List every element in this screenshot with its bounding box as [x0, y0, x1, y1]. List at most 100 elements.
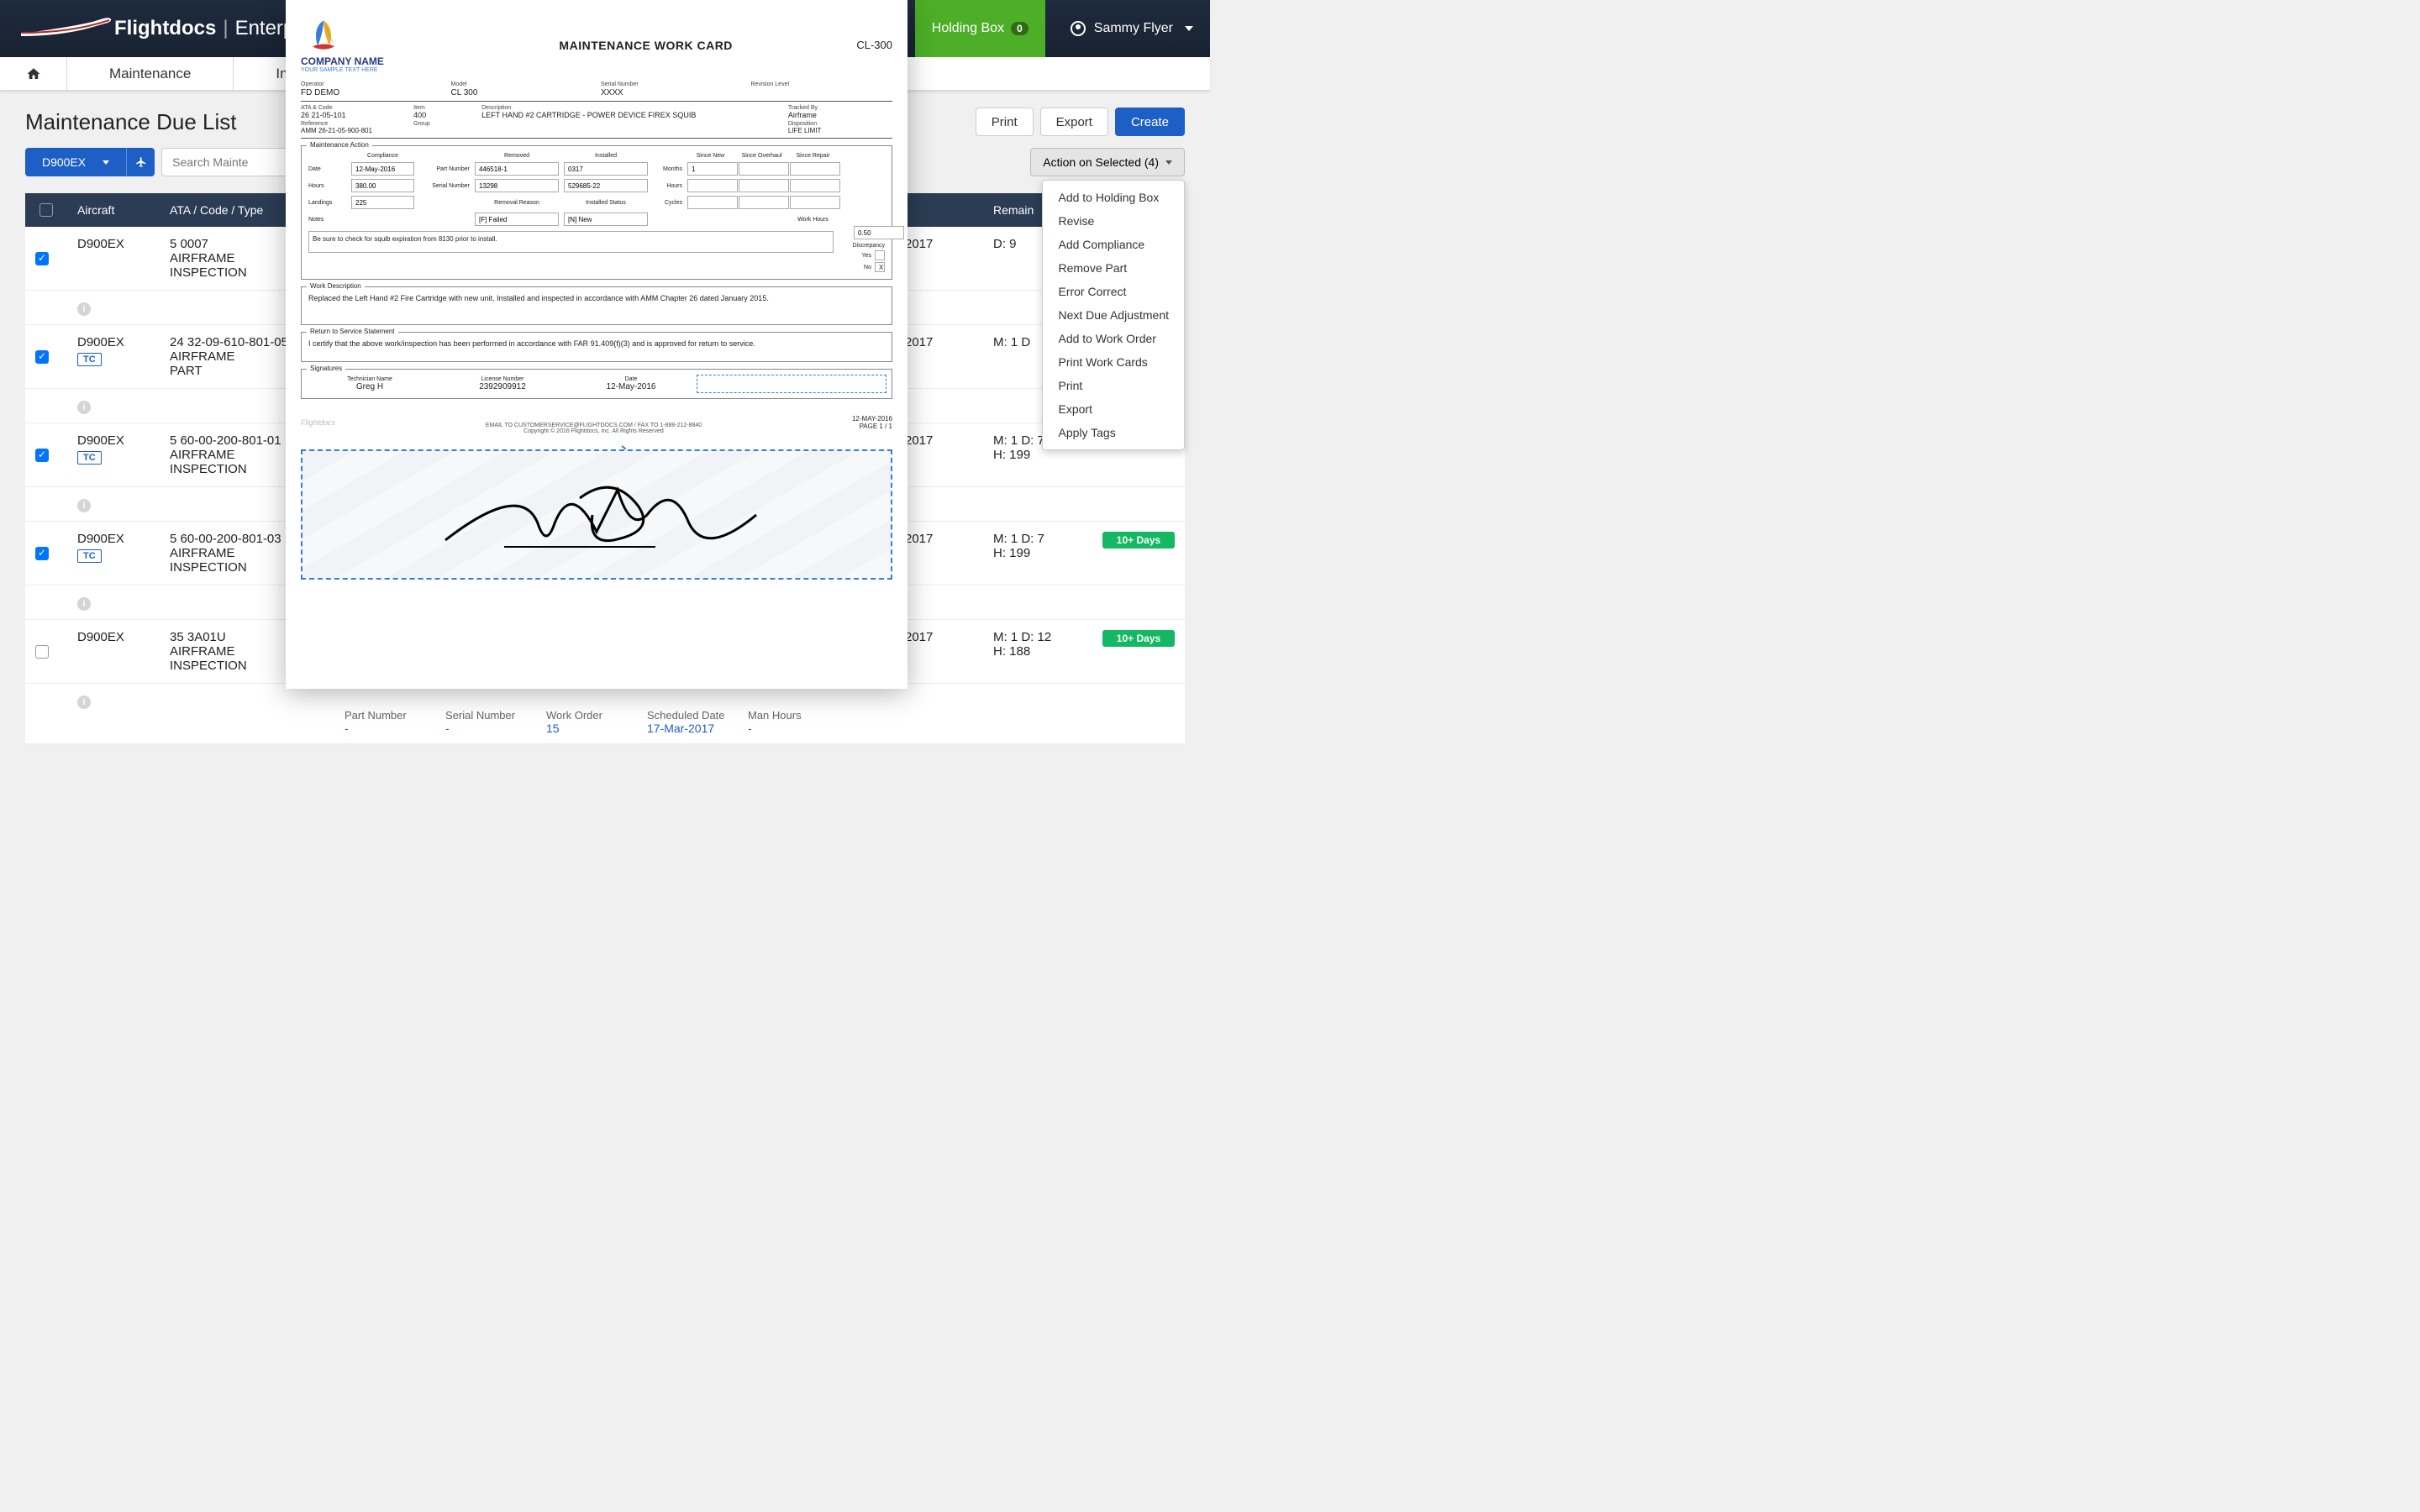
- wc-hours-field[interactable]: [351, 179, 414, 192]
- row-remaining-2: H: 188: [993, 644, 1082, 659]
- plane-icon: [135, 156, 147, 168]
- row-checkbox[interactable]: [35, 252, 49, 265]
- chevron-down-icon: [1185, 26, 1193, 31]
- holding-box-count: 0: [1011, 22, 1028, 35]
- wc-serial: XXXX: [601, 88, 743, 97]
- aircraft-filter-dropdown[interactable]: D900EX: [25, 148, 155, 176]
- work-card-preview: COMPANY NAME YOUR SAMPLE TEXT HERE MAINT…: [286, 0, 908, 689]
- wc-tech-name: Greg H: [307, 382, 433, 391]
- signature-icon: [420, 465, 773, 565]
- wc-discrepancy-no[interactable]: X: [875, 262, 885, 272]
- wc-disposition: LIFE LIMIT: [788, 127, 892, 134]
- wc-footer-copy: Copyright © 2016 Flightdocs, Inc. All Ri…: [335, 428, 852, 434]
- row-aircraft: D900EX: [77, 630, 150, 644]
- wc-work-hours[interactable]: [854, 226, 904, 239]
- user-name: Sammy Flyer: [1094, 21, 1173, 36]
- wc-discrepancy-yes[interactable]: [875, 250, 885, 260]
- company-tagline: YOUR SAMPLE TEXT HERE: [301, 67, 378, 73]
- wc-tracked-by: Airframe: [788, 111, 892, 119]
- plane-icon-button[interactable]: [126, 148, 155, 176]
- menu-item-print-wc[interactable]: Print Work Cards: [1043, 350, 1184, 374]
- wc-installed-pn[interactable]: [564, 162, 648, 176]
- wc-signatures-label: Signatures: [307, 365, 345, 372]
- row-due-date: -2017: [901, 433, 973, 448]
- select-all-checkbox[interactable]: [39, 203, 53, 217]
- home-tab[interactable]: [0, 57, 67, 90]
- wc-description: LEFT HAND #2 CARTRIDGE - POWER DEVICE FI…: [481, 111, 780, 119]
- row-aircraft: D900EX: [77, 433, 150, 448]
- info-icon[interactable]: i: [77, 499, 91, 512]
- row-remaining-2: H: 199: [993, 546, 1082, 560]
- wc-months[interactable]: [687, 162, 738, 176]
- row-aircraft: D900EX: [77, 532, 150, 546]
- holding-box-label: Holding Box: [932, 21, 1004, 36]
- menu-item-error-correct[interactable]: Error Correct: [1043, 280, 1184, 303]
- user-avatar-icon: [1071, 21, 1086, 36]
- wc-installed-status[interactable]: [564, 213, 648, 226]
- wc-ata-code: 26 21-05-101: [301, 111, 405, 119]
- menu-item-next-due[interactable]: Next Due Adjustment: [1043, 303, 1184, 327]
- menu-item-add-compliance[interactable]: Add Compliance: [1043, 233, 1184, 256]
- row-checkbox[interactable]: [35, 350, 49, 364]
- chevron-down-icon: [103, 160, 109, 165]
- create-button[interactable]: Create: [1115, 108, 1185, 136]
- chevron-down-icon: [1165, 160, 1172, 165]
- menu-item-print[interactable]: Print: [1043, 374, 1184, 397]
- action-dropdown-menu: Add to Holding Box Revise Add Compliance…: [1042, 180, 1185, 450]
- company-name: COMPANY NAME: [301, 55, 384, 67]
- user-menu[interactable]: Sammy Flyer: [1071, 21, 1193, 36]
- footer-brand: Flightdocs: [301, 418, 335, 427]
- wc-removal-reason[interactable]: [475, 213, 559, 226]
- row-checkbox[interactable]: [35, 547, 49, 560]
- wc-removed-pn[interactable]: [475, 162, 559, 176]
- wc-item: 400: [413, 111, 473, 119]
- maintenance-tab[interactable]: Maintenance: [67, 57, 234, 90]
- action-on-selected-label: Action on Selected (4): [1043, 155, 1159, 169]
- info-icon[interactable]: i: [77, 401, 91, 414]
- wc-signature-thumbnail: [697, 375, 886, 393]
- row-aircraft: D900EX: [77, 335, 150, 349]
- menu-item-revise[interactable]: Revise: [1043, 209, 1184, 233]
- wc-maint-action-label: Maintenance Action: [307, 141, 372, 149]
- menu-item-export[interactable]: Export: [1043, 397, 1184, 421]
- tc-badge: TC: [77, 353, 102, 366]
- row-checkbox[interactable]: [35, 449, 49, 462]
- wc-installed-sn[interactable]: [564, 179, 648, 192]
- print-button[interactable]: Print: [976, 108, 1034, 136]
- jet-icon: [17, 16, 118, 41]
- tc-badge: TC: [77, 549, 102, 563]
- row-checkbox[interactable]: [35, 645, 49, 659]
- export-button[interactable]: Export: [1040, 108, 1108, 136]
- wc-sig-date: 12-May-2016: [572, 382, 690, 391]
- wc-footer-date: 12-MAY-2016: [852, 415, 892, 423]
- wc-date-field[interactable]: [351, 162, 414, 176]
- wc-work-desc-label: Work Description: [307, 282, 365, 290]
- info-icon[interactable]: i: [77, 597, 91, 611]
- menu-item-add-holding[interactable]: Add to Holding Box: [1043, 186, 1184, 209]
- tc-badge: TC: [77, 451, 102, 465]
- aircraft-filter-label: D900EX: [42, 155, 86, 169]
- row-due-date: -2017: [901, 630, 973, 644]
- row-due-date: -2017: [901, 237, 973, 251]
- aircraft-type-code: CL-300: [856, 39, 892, 51]
- wc-footer-contact: EMAIL TO CUSTOMERSERVICE@FLIGHTDOCS.COM …: [335, 423, 852, 428]
- holding-box-button[interactable]: Holding Box 0: [915, 0, 1045, 57]
- wc-reference: AMM 26-21-05-900-801: [301, 127, 405, 134]
- wc-removed-sn[interactable]: [475, 179, 559, 192]
- info-icon[interactable]: i: [77, 696, 91, 709]
- days-remaining-badge: 10+ Days: [1102, 532, 1175, 549]
- wc-work-description: Replaced the Left Hand #2 Fire Cartridge…: [308, 294, 885, 302]
- row-aircraft: D900EX: [77, 237, 150, 251]
- row-remaining-1: M: 1 D: 7: [993, 532, 1082, 546]
- wc-operator: FD DEMO: [301, 88, 443, 97]
- col-aircraft[interactable]: Aircraft: [67, 203, 160, 217]
- menu-item-remove-part[interactable]: Remove Part: [1043, 256, 1184, 280]
- wc-rts-text: I certify that the above work/inspection…: [308, 339, 885, 348]
- info-icon[interactable]: i: [77, 302, 91, 316]
- wc-notes[interactable]: Be sure to check for squib expiration fr…: [308, 231, 834, 253]
- wc-model: CL 300: [451, 88, 593, 97]
- menu-item-apply-tags[interactable]: Apply Tags: [1043, 421, 1184, 444]
- wc-landings-field[interactable]: [351, 196, 414, 209]
- menu-item-add-wo[interactable]: Add to Work Order: [1043, 327, 1184, 350]
- action-on-selected-button[interactable]: Action on Selected (4): [1030, 148, 1185, 176]
